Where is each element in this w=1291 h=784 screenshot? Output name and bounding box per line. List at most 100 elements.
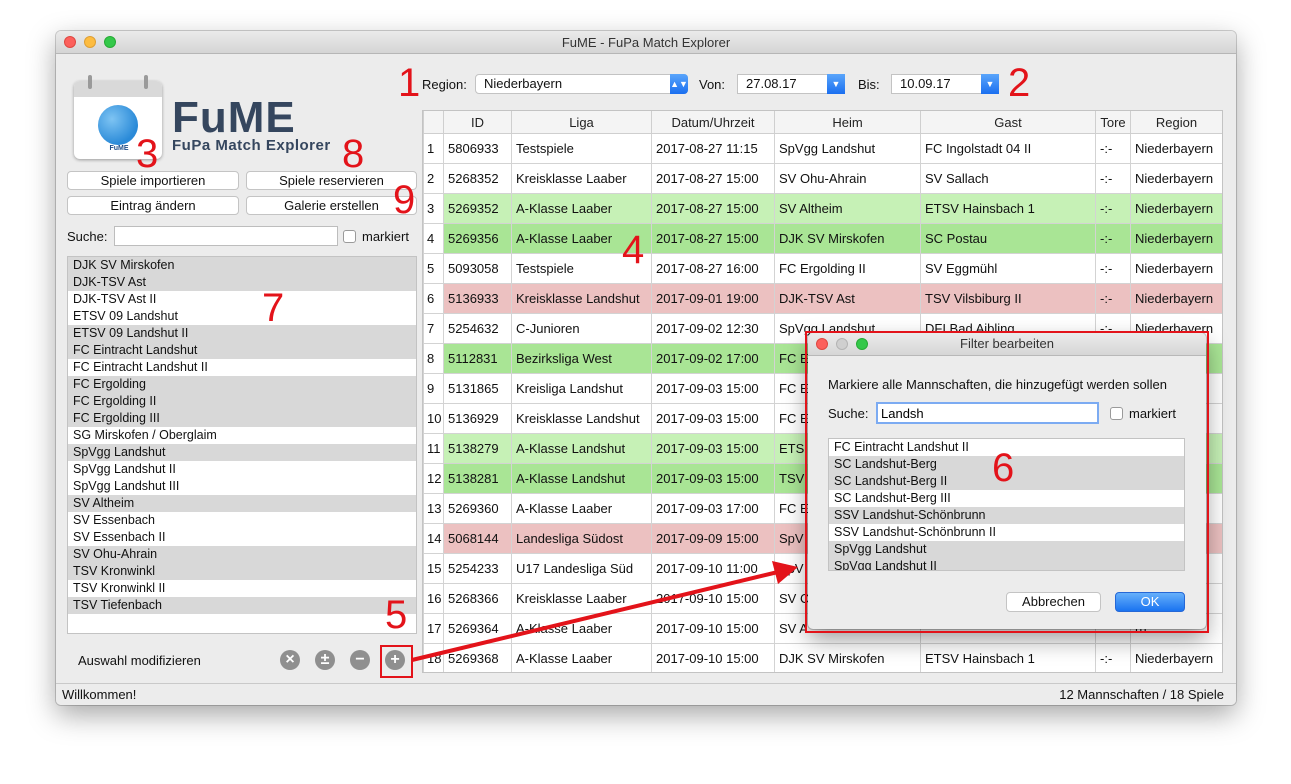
- annotation-9: 9: [393, 178, 416, 222]
- list-item[interactable]: FC Ergolding: [68, 376, 416, 393]
- brand-subtitle: FuPa Match Explorer: [172, 137, 331, 154]
- to-label: Bis:: [858, 77, 880, 92]
- from-date-picker[interactable]: 27.08.17 ▼: [737, 74, 845, 94]
- table-cell: FC Ergolding II: [774, 253, 921, 284]
- column-header[interactable]: ID: [443, 111, 512, 134]
- clear-icon[interactable]: ×: [280, 650, 300, 670]
- table-header-row: ID Liga Datum/Uhrzeit Heim Gast Tore Region: [423, 111, 1222, 134]
- brand-name: FuME: [172, 93, 296, 142]
- table-cell: 2017-09-02 17:00: [651, 343, 775, 374]
- marked-label: markiert: [362, 229, 409, 244]
- table-cell: 2017-09-03 17:00: [651, 493, 775, 524]
- team-search-input[interactable]: [114, 226, 338, 246]
- list-item[interactable]: SpVgg Landshut III: [68, 478, 416, 495]
- table-cell: 5136929: [443, 403, 512, 434]
- column-header[interactable]: Region: [1130, 111, 1222, 134]
- list-item[interactable]: SV Essenbach: [68, 512, 416, 529]
- table-cell: 5269356: [443, 223, 512, 254]
- add-icon-highlight: [380, 645, 413, 678]
- column-header[interactable]: Tore: [1095, 111, 1131, 134]
- table-cell: 2017-08-27 16:00: [651, 253, 775, 284]
- list-item[interactable]: DJK SV Mirskofen: [68, 257, 416, 274]
- modify-selection-label: Auswahl modifizieren: [78, 653, 201, 668]
- marked-checkbox[interactable]: [343, 230, 356, 243]
- table-row[interactable]: 2 5268352 Kreisklasse Laaber 2017-08-27 15:…: [423, 163, 1222, 194]
- region-select[interactable]: Niederbayern ▲▼: [475, 74, 688, 94]
- region-value: Niederbayern: [484, 76, 563, 91]
- remove-icon[interactable]: −: [350, 650, 370, 670]
- table-cell: 2: [423, 163, 444, 194]
- list-item[interactable]: SV Essenbach II: [68, 529, 416, 546]
- table-cell: 5269352: [443, 193, 512, 224]
- to-date-picker[interactable]: 10.09.17 ▼: [891, 74, 999, 94]
- list-item[interactable]: ETSV 09 Landshut II: [68, 325, 416, 342]
- table-row[interactable]: 4 5269356 A-Klasse Laaber 2017-08-27 15:00 D…: [423, 223, 1222, 254]
- table-cell: 2017-09-03 15:00: [651, 433, 775, 464]
- table-row[interactable]: 3 5269352 A-Klasse Laaber 2017-08-27 15:00 S…: [423, 193, 1222, 224]
- create-gallery-button[interactable]: Galerie erstellen: [246, 196, 417, 215]
- table-cell: 2017-08-27 15:00: [651, 223, 775, 254]
- table-cell: 5806933: [443, 133, 512, 164]
- invert-icon[interactable]: ±: [315, 650, 335, 670]
- table-cell: A-Klasse Laaber: [511, 493, 652, 524]
- table-cell: 16: [423, 583, 444, 614]
- list-item[interactable]: ETSV 09 Landshut: [68, 308, 416, 325]
- table-row[interactable]: 6 5136933 Kreisklasse Landshut 2017-09-01 1…: [423, 283, 1222, 314]
- list-item[interactable]: DJK-TSV Ast II: [68, 291, 416, 308]
- table-cell: DJK SV Mirskofen: [774, 223, 921, 254]
- table-cell: 5112831: [443, 343, 512, 374]
- from-label: Von:: [699, 77, 726, 92]
- team-list[interactable]: DJK SV Mirskofen DJK-TSV Ast DJK-TSV Ast I…: [67, 256, 417, 634]
- table-cell: A-Klasse Landshut: [511, 463, 652, 494]
- table-row[interactable]: 5 5093058 Testspiele 2017-08-27 16:00 FC Erg…: [423, 253, 1222, 284]
- table-cell: Landesliga Südost: [511, 523, 652, 554]
- table-cell: Bezirksliga West: [511, 343, 652, 374]
- table-cell: 3: [423, 193, 444, 224]
- table-cell: -:-: [1095, 283, 1131, 314]
- table-cell: DJK-TSV Ast: [774, 283, 921, 314]
- annotation-1: 1: [398, 61, 421, 105]
- list-item[interactable]: DJK-TSV Ast: [68, 274, 416, 291]
- list-item[interactable]: FC Eintracht Landshut: [68, 342, 416, 359]
- table-cell: 5: [423, 253, 444, 284]
- list-item[interactable]: SpVgg Landshut: [68, 444, 416, 461]
- table-cell: -:-: [1095, 193, 1131, 224]
- column-header[interactable]: Heim: [774, 111, 921, 134]
- list-item[interactable]: TSV Kronwinkl II: [68, 580, 416, 597]
- list-item[interactable]: SG Mirskofen / Oberglaim: [68, 427, 416, 444]
- list-item[interactable]: FC Eintracht Landshut II: [68, 359, 416, 376]
- table-cell: Niederbayern: [1130, 283, 1222, 314]
- calendar-ring-right: [144, 75, 148, 89]
- column-header[interactable]: Liga: [511, 111, 652, 134]
- column-header[interactable]: [423, 111, 444, 134]
- table-cell: 2017-09-10 15:00: [651, 613, 775, 644]
- column-header[interactable]: Gast: [920, 111, 1096, 134]
- list-item[interactable]: TSV Tiefenbach: [68, 597, 416, 614]
- status-left: Willkommen!: [62, 687, 137, 702]
- table-cell: Testspiele: [511, 133, 652, 164]
- table-cell: 2017-09-09 15:00: [651, 523, 775, 554]
- edit-entry-button[interactable]: Eintrag ändern: [67, 196, 239, 215]
- table-cell: U17 Landesliga Süd: [511, 553, 652, 584]
- table-row[interactable]: 1 5806933 Testspiele 2017-08-27 11:15 SpVgg …: [423, 133, 1222, 164]
- list-item[interactable]: SV Ohu-Ahrain: [68, 546, 416, 563]
- status-right: 12 Mannschaften / 18 Spiele: [1059, 687, 1224, 702]
- table-cell: -:-: [1095, 133, 1131, 164]
- list-item[interactable]: SpVgg Landshut II: [68, 461, 416, 478]
- list-item[interactable]: TSV Kronwinkl: [68, 563, 416, 580]
- table-cell: 5093058: [443, 253, 512, 284]
- reserve-games-button[interactable]: Spiele reservieren: [246, 171, 417, 190]
- table-cell: FC Ingolstadt 04 II: [920, 133, 1096, 164]
- table-cell: 2017-09-02 12:30: [651, 313, 775, 344]
- column-header[interactable]: Datum/Uhrzeit: [651, 111, 775, 134]
- list-item[interactable]: SV Altheim: [68, 495, 416, 512]
- annotation-3: 3: [136, 132, 159, 176]
- table-cell: 10: [423, 403, 444, 434]
- table-cell: 5254632: [443, 313, 512, 344]
- table-cell: 7: [423, 313, 444, 344]
- table-row[interactable]: 18 5269368 A-Klasse Laaber 2017-09-10 15:00…: [423, 643, 1222, 672]
- football-icon: [98, 105, 138, 145]
- table-cell: 5136933: [443, 283, 512, 314]
- list-item[interactable]: FC Ergolding III: [68, 410, 416, 427]
- list-item[interactable]: FC Ergolding II: [68, 393, 416, 410]
